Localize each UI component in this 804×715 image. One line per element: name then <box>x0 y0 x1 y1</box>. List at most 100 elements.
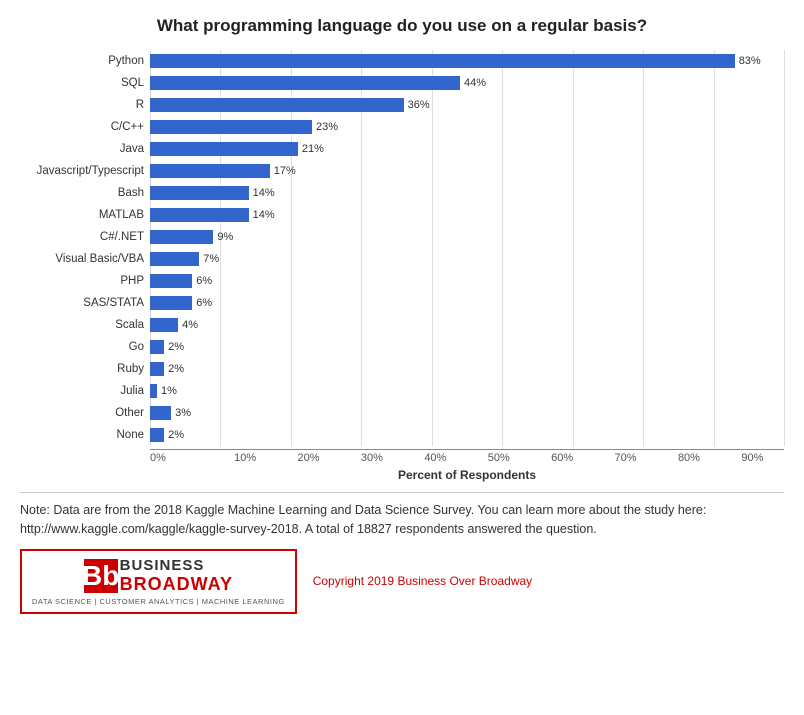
bar <box>150 362 164 376</box>
bar-row: 21% <box>150 138 784 160</box>
bar <box>150 406 171 420</box>
bar-row: 6% <box>150 270 784 292</box>
bar <box>150 208 249 222</box>
bar-row: 14% <box>150 182 784 204</box>
bar <box>150 318 178 332</box>
bar-value-label: 36% <box>408 99 430 111</box>
y-label: Other <box>115 402 144 424</box>
bar <box>150 274 192 288</box>
bar-row: 23% <box>150 116 784 138</box>
y-label: Bash <box>118 182 144 204</box>
footer: Bb BUSINESS BROADWAY DATA SCIENCE | CUST… <box>20 549 784 614</box>
bar-value-label: 21% <box>302 143 324 155</box>
y-label: Python <box>108 50 144 72</box>
bar-value-label: 2% <box>168 341 184 353</box>
logo-b-icon: Bb <box>84 559 118 593</box>
x-tick: 20% <box>277 452 340 464</box>
bars-area: 83% 44% 36% 23% 21% 17% 14% 14% 9% 7% 6% 6% 4% 2% 2% 1%… <box>150 50 784 446</box>
y-label: Ruby <box>117 358 144 380</box>
bar-value-label: 4% <box>182 319 198 331</box>
bar-value-label: 17% <box>274 165 296 177</box>
y-label: Scala <box>115 314 144 336</box>
bar-row: 83% <box>150 50 784 72</box>
bar-row: 2% <box>150 424 784 446</box>
logo-tagline: DATA SCIENCE | CUSTOMER ANALYTICS | MACH… <box>32 597 285 606</box>
bar <box>150 230 213 244</box>
bar-row: 14% <box>150 204 784 226</box>
bar-value-label: 1% <box>161 385 177 397</box>
logo-bb: Bb BUSINESS BROADWAY <box>84 557 233 595</box>
bar-value-label: 3% <box>175 407 191 419</box>
bar-row: 2% <box>150 336 784 358</box>
y-label: SAS/STATA <box>83 292 144 314</box>
y-label: MATLAB <box>99 204 144 226</box>
bar <box>150 384 157 398</box>
x-tick: 10% <box>213 452 276 464</box>
x-tick: 80% <box>657 452 720 464</box>
bar <box>150 340 164 354</box>
bar-value-label: 83% <box>739 55 761 67</box>
bar <box>150 76 460 90</box>
bar <box>150 296 192 310</box>
x-tick: 50% <box>467 452 530 464</box>
bar <box>150 120 312 134</box>
bar <box>150 142 298 156</box>
chart-area: PythonSQLRC/C++JavaJavascript/Typescript… <box>20 50 784 482</box>
y-labels: PythonSQLRC/C++JavaJavascript/Typescript… <box>20 50 150 482</box>
y-label: C/C++ <box>111 116 144 138</box>
x-axis <box>150 449 784 450</box>
bar-value-label: 44% <box>464 77 486 89</box>
bar <box>150 252 199 266</box>
bar-row: 3% <box>150 402 784 424</box>
bar-value-label: 14% <box>253 209 275 221</box>
bar-value-label: 2% <box>168 363 184 375</box>
x-tick: 0% <box>150 452 213 464</box>
logo-box: Bb BUSINESS BROADWAY DATA SCIENCE | CUST… <box>20 549 297 614</box>
y-label: None <box>117 424 145 446</box>
bar-row: 1% <box>150 380 784 402</box>
x-tick: 90% <box>721 452 784 464</box>
bar-value-label: 14% <box>253 187 275 199</box>
x-tick: 40% <box>404 452 467 464</box>
y-label: Visual Basic/VBA <box>55 248 144 270</box>
logo-text: BUSINESS BROADWAY <box>120 557 233 595</box>
y-label: Julia <box>120 380 144 402</box>
bar-value-label: 2% <box>168 429 184 441</box>
bar-row: 44% <box>150 72 784 94</box>
bar-row: 4% <box>150 314 784 336</box>
bar-row: 7% <box>150 248 784 270</box>
bars-wrapper: 83% 44% 36% 23% 21% 17% 14% 14% 9% 7% 6% 6% 4% 2% 2% 1%… <box>150 50 784 482</box>
chart-title: What programming language do you use on … <box>20 16 784 36</box>
bar <box>150 98 404 112</box>
bar-value-label: 23% <box>316 121 338 133</box>
x-tick: 70% <box>594 452 657 464</box>
bar <box>150 428 164 442</box>
bar-row: 6% <box>150 292 784 314</box>
y-label: Go <box>129 336 144 358</box>
bar-row: 2% <box>150 358 784 380</box>
logo-business: BUSINESS <box>120 557 233 574</box>
bar-value-label: 7% <box>203 253 219 265</box>
bar-value-label: 9% <box>217 231 233 243</box>
x-ticks: 0%10%20%30%40%50%60%70%80%90% <box>150 452 784 464</box>
y-label: R <box>136 94 144 116</box>
bar-row: 36% <box>150 94 784 116</box>
bar-value-label: 6% <box>196 297 212 309</box>
bar-value-label: 6% <box>196 275 212 287</box>
y-label: SQL <box>121 72 144 94</box>
bar-row: 17% <box>150 160 784 182</box>
note-area: Note: Data are from the 2018 Kaggle Mach… <box>20 492 784 539</box>
bar <box>150 186 249 200</box>
copyright: Copyright 2019 Business Over Broadway <box>313 574 532 588</box>
x-tick: 60% <box>530 452 593 464</box>
y-label: Java <box>120 138 144 160</box>
x-tick: 30% <box>340 452 403 464</box>
y-label: Javascript/Typescript <box>37 160 144 182</box>
logo-broadway: BROADWAY <box>120 574 233 595</box>
x-axis-label: Percent of Respondents <box>150 468 784 482</box>
bar <box>150 54 735 68</box>
bar-row: 9% <box>150 226 784 248</box>
bar <box>150 164 270 178</box>
y-label: PHP <box>120 270 144 292</box>
y-label: C#/.NET <box>100 226 144 248</box>
